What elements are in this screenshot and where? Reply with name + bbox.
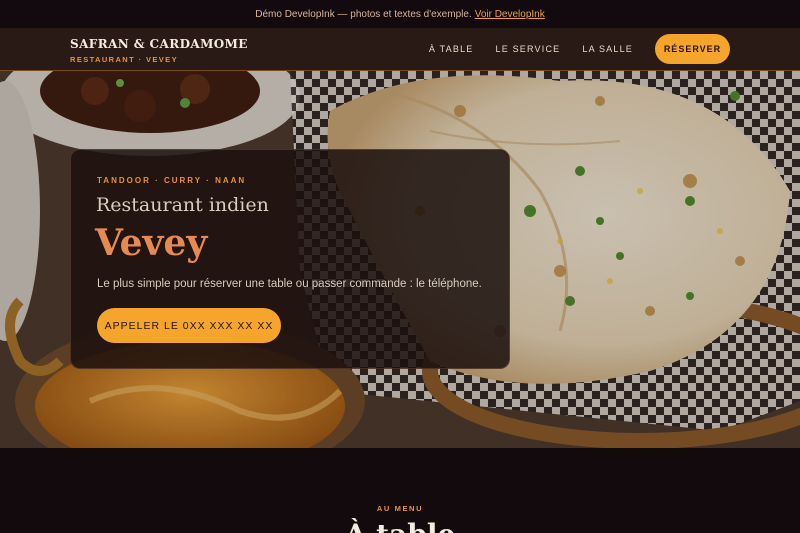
main-nav: À TABLE LE SERVICE LA SALLE RÉSERVER	[429, 34, 730, 64]
hero-description: Le plus simple pour réserver une table o…	[97, 278, 482, 290]
hero-title: Restaurant indien	[96, 194, 269, 216]
nav-link-le-service[interactable]: LE SERVICE	[496, 44, 561, 54]
menu-kicker: AU MENU	[376, 504, 424, 513]
brand-subtitle: RESTAURANT · VEVEY	[70, 55, 178, 64]
menu-title: À table	[0, 518, 800, 533]
menu-section: AU MENU À table	[0, 448, 800, 533]
nav-link-la-salle[interactable]: LA SALLE	[582, 44, 633, 54]
brand[interactable]: SAFRAN & CARDAMOME RESTAURANT · VEVEY	[70, 37, 248, 64]
demo-banner-link[interactable]: Voir DevelopInk	[475, 9, 545, 20]
hero-kicker: TANDOOR · CURRY · NAAN	[97, 176, 247, 185]
reserve-button[interactable]: RÉSERVER	[655, 34, 730, 64]
hero-card: TANDOOR · CURRY · NAAN Restaurant indien…	[70, 149, 510, 369]
hero: TANDOOR · CURRY · NAAN Restaurant indien…	[0, 71, 800, 448]
nav-link-a-table[interactable]: À TABLE	[429, 44, 474, 54]
brand-name: SAFRAN & CARDAMOME	[70, 37, 248, 51]
call-button[interactable]: APPELER LE 0XX XXX XX XX	[97, 308, 281, 343]
demo-banner-text: Démo DevelopInk — photos et textes d'exe…	[255, 8, 472, 20]
hero-city: Vevey	[95, 222, 208, 264]
site-header: SAFRAN & CARDAMOME RESTAURANT · VEVEY À …	[0, 28, 800, 71]
demo-banner: Démo DevelopInk — photos et textes d'exe…	[0, 0, 800, 28]
